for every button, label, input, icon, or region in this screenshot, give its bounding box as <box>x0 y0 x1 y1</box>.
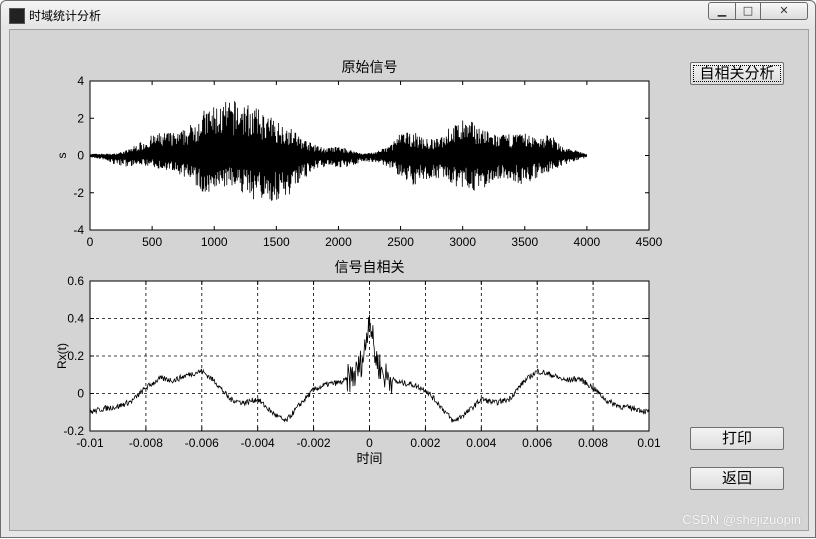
chart-1 <box>89 80 650 231</box>
x-tick-label: 1500 <box>263 235 290 249</box>
x-tick-label: 3000 <box>449 235 476 249</box>
back-button[interactable]: 返回 <box>690 467 784 490</box>
y-tick-label: 2 <box>77 111 84 125</box>
y-tick-label: 0.2 <box>67 349 84 363</box>
y-tick-label: 4 <box>77 74 84 88</box>
x-tick-label: 0.002 <box>410 436 440 450</box>
x-tick-label: 0.01 <box>637 436 661 450</box>
x-tick-label: -0.004 <box>241 436 275 450</box>
y-tick-label: 0.4 <box>67 312 84 326</box>
autocorrelation-button[interactable]: 自相关分析 <box>690 62 784 85</box>
x-tick-label: 0.008 <box>578 436 608 450</box>
x-tick-label: 0.004 <box>466 436 496 450</box>
x-tick-label: 4000 <box>574 235 601 249</box>
watermark: CSDN @shejizuopin <box>682 512 801 527</box>
x-tick-label: 3500 <box>511 235 538 249</box>
y-tick-label: -2 <box>73 186 84 200</box>
x-axis-label: 时间 <box>356 451 382 466</box>
x-tick-label: 4500 <box>636 235 663 249</box>
x-tick-label: 2500 <box>387 235 414 249</box>
x-tick-label: -0.002 <box>297 436 331 450</box>
y-tick-label: 0 <box>77 149 84 163</box>
y-tick-label: -0.2 <box>63 424 84 438</box>
chart-2 <box>89 280 650 432</box>
print-button[interactable]: 打印 <box>690 427 784 450</box>
x-tick-label: 2000 <box>325 235 352 249</box>
y-tick-label: -4 <box>73 223 84 237</box>
y-tick-label: 0.6 <box>67 274 84 288</box>
x-tick-label: 0 <box>366 436 373 450</box>
x-tick-label: 1000 <box>201 235 228 249</box>
chart-title: 信号自相关 <box>335 259 405 275</box>
y-axis-label: Rx(t) <box>55 343 69 369</box>
x-tick-label: 0.006 <box>522 436 552 450</box>
y-tick-label: 0 <box>77 387 84 401</box>
x-tick-label: 500 <box>142 235 162 249</box>
y-axis-label: s <box>55 153 69 159</box>
x-tick-label: -0.006 <box>185 436 219 450</box>
app-window: 时域统计分析 ▁ □ ✕ 0 500 1000 1500 2000 2500 3000 350… <box>0 0 816 538</box>
x-tick-label: -0.01 <box>76 436 104 450</box>
x-tick-label: 0 <box>87 235 94 249</box>
x-tick-label: -0.008 <box>129 436 163 450</box>
chart-title: 原始信号 <box>342 59 398 75</box>
